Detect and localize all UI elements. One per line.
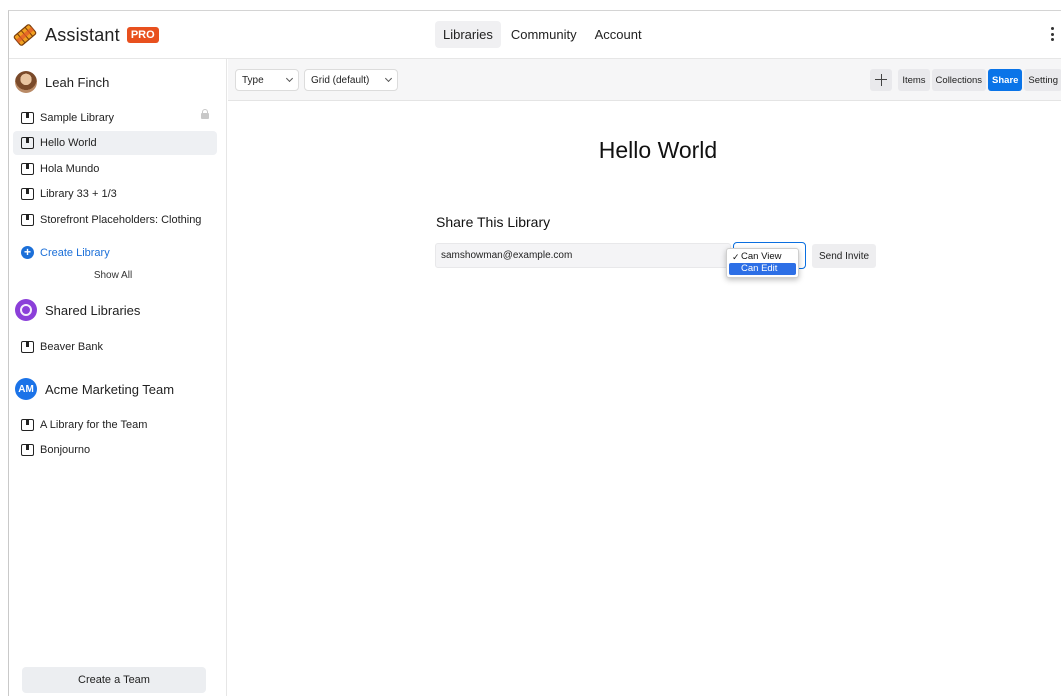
- sidebar-item-team-library[interactable]: A Library for the Team: [13, 413, 217, 437]
- items-button[interactable]: Items: [898, 69, 930, 91]
- library-toolbar: Type Grid (default) Items Collections Sh…: [228, 59, 1061, 101]
- chevron-down-icon: [285, 74, 294, 83]
- owner-header[interactable]: Leah Finch: [15, 70, 109, 94]
- brand[interactable]: Assistant PRO: [9, 21, 159, 49]
- pro-badge: PRO: [126, 27, 159, 43]
- share-button[interactable]: Share: [988, 69, 1023, 91]
- library-icon: [21, 137, 34, 149]
- library-icon: [21, 444, 34, 456]
- team-avatar: AM: [15, 378, 37, 400]
- option-label: Can View: [741, 251, 782, 262]
- shared-libraries-header[interactable]: Shared Libraries: [15, 298, 140, 322]
- view-mode-select[interactable]: Grid (default): [304, 69, 398, 91]
- sidebar-item-label: Hello World: [40, 137, 97, 149]
- sidebar-item-beaver-bank[interactable]: Beaver Bank: [13, 335, 217, 359]
- library-icon: [21, 112, 34, 124]
- sidebar-item-label: Hola Mundo: [40, 163, 100, 175]
- shared-libraries-icon: [15, 299, 37, 321]
- more-menu-icon[interactable]: [1046, 24, 1058, 44]
- sidebar-item-label: Bonjourno: [40, 444, 91, 456]
- sidebar-item-storefront-placeholders[interactable]: Storefront Placeholders: Clothing: [13, 208, 217, 232]
- team-header[interactable]: AM Acme Marketing Team: [15, 377, 174, 401]
- type-filter-select[interactable]: Type: [235, 69, 299, 91]
- nav-community[interactable]: Community: [503, 21, 585, 48]
- view-mode-label: Grid (default): [311, 74, 370, 86]
- invite-email-input[interactable]: samshowman@example.com: [435, 243, 731, 268]
- app-name: Assistant: [45, 24, 120, 45]
- team-name: Acme Marketing Team: [45, 381, 175, 397]
- create-team-button[interactable]: Create a Team: [22, 667, 206, 693]
- top-bar: Assistant PRO Libraries Community Accoun…: [9, 11, 1061, 59]
- library-icon: [21, 341, 34, 353]
- permission-dropdown-menu: ✓ Can View Can Edit: [726, 248, 799, 278]
- sidebar-item-bonjourno[interactable]: Bonjourno: [13, 438, 217, 462]
- sidebar: Leah Finch Sample Library Hello World Ho…: [9, 59, 227, 696]
- sidebar-item-label: Library 33 + 1/3: [40, 188, 117, 200]
- library-icon: [21, 419, 34, 431]
- send-invite-button[interactable]: Send Invite: [812, 244, 877, 268]
- option-label: Can Edit: [741, 263, 778, 274]
- lock-icon: [201, 109, 209, 119]
- permission-option-can-view[interactable]: ✓ Can View: [729, 251, 796, 263]
- toolbar-actions: Items Collections Share Setting: [870, 69, 1061, 91]
- library-icon: [21, 163, 34, 175]
- permission-option-can-edit[interactable]: Can Edit: [729, 263, 796, 275]
- main-content: Hello World Share This Library samshowma…: [228, 101, 1061, 696]
- app-window: Assistant PRO Libraries Community Accoun…: [8, 10, 1061, 696]
- sidebar-item-sample-library[interactable]: Sample Library: [13, 106, 217, 130]
- library-icon: [21, 188, 34, 200]
- nav-libraries[interactable]: Libraries: [435, 21, 501, 48]
- avatar: [15, 71, 37, 93]
- add-item-button[interactable]: [870, 69, 893, 91]
- checkmark-icon: ✓: [732, 252, 740, 262]
- sidebar-item-label: A Library for the Team: [40, 419, 148, 431]
- sidebar-item-label: Storefront Placeholders: Clothing: [40, 214, 202, 226]
- shared-libraries-title: Shared Libraries: [45, 302, 141, 318]
- library-icon: [21, 214, 34, 226]
- create-library-label: Create Library: [40, 246, 110, 259]
- show-all-link[interactable]: Show All: [9, 270, 217, 281]
- sidebar-item-library-33[interactable]: Library 33 + 1/3: [13, 182, 217, 206]
- share-heading: Share This Library: [436, 214, 551, 230]
- main-nav: Libraries Community Account: [435, 21, 650, 48]
- chevron-down-icon: [384, 74, 393, 83]
- app-logo-icon: [13, 24, 37, 46]
- create-library-button[interactable]: + Create Library: [21, 246, 110, 259]
- plus-circle-icon: +: [21, 246, 34, 259]
- collections-button[interactable]: Collections: [931, 69, 987, 91]
- owner-name: Leah Finch: [45, 74, 110, 90]
- sidebar-item-hola-mundo[interactable]: Hola Mundo: [13, 157, 217, 181]
- sidebar-item-hello-world[interactable]: Hello World: [13, 131, 217, 155]
- type-filter-label: Type: [242, 74, 264, 86]
- sidebar-item-label: Beaver Bank: [40, 341, 103, 353]
- nav-account[interactable]: Account: [587, 21, 650, 48]
- page-title: Hello World: [598, 137, 718, 163]
- sidebar-item-label: Sample Library: [40, 112, 114, 124]
- settings-button[interactable]: Setting: [1024, 69, 1061, 91]
